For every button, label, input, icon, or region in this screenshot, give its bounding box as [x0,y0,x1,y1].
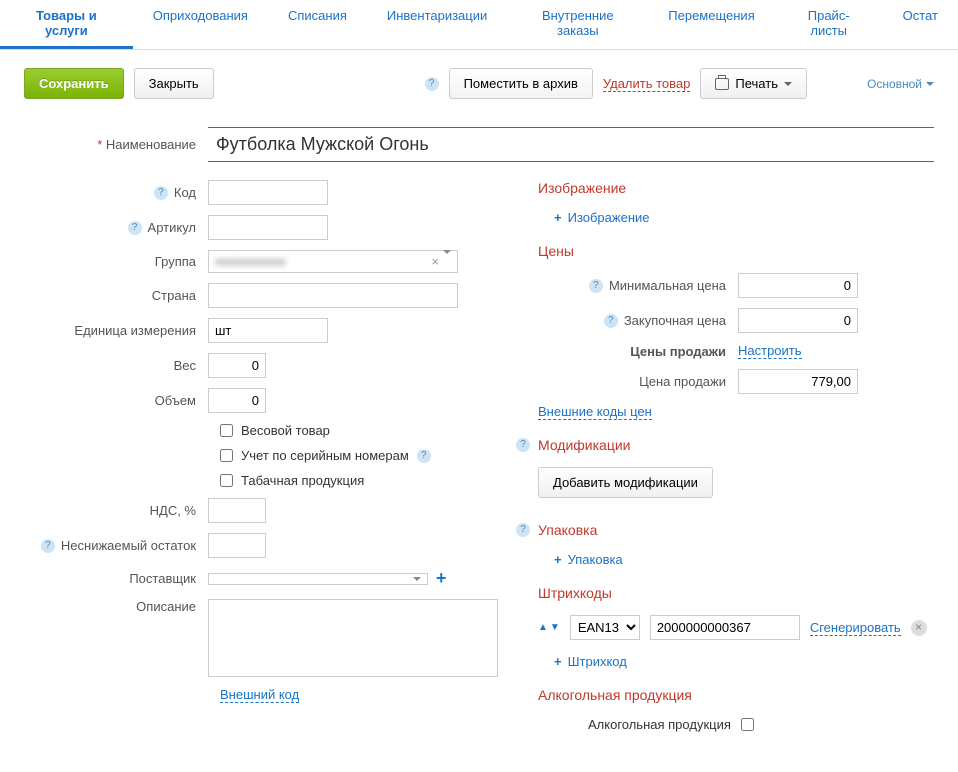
barcode-type-select[interactable]: EAN13 [570,615,640,640]
alcohol-label: Алкогольная продукция [588,717,731,732]
nav-pricelists[interactable]: Прайс-листы [775,0,883,49]
group-label: Группа [24,254,208,269]
weight-goods-label: Весовой товар [241,423,330,438]
unit-label: Единица измерения [24,323,208,338]
code-input[interactable] [208,180,328,205]
help-icon[interactable]: ? [417,449,431,463]
country-input[interactable] [208,283,458,308]
alcohol-section-header: Алкогольная продукция [538,687,934,703]
help-icon[interactable]: ? [128,221,142,235]
help-icon[interactable]: ? [516,438,530,452]
nav-transfers[interactable]: Перемещения [648,0,774,49]
help-icon[interactable]: ? [516,523,530,537]
help-icon[interactable]: ? [589,279,603,293]
prices-section-header: Цены [538,243,934,259]
weight-input[interactable] [208,353,266,378]
delete-link[interactable]: Удалить товар [603,76,691,92]
min-stock-label: ?Неснижаемый остаток [24,538,208,553]
purchase-price-label: ?Закупочная цена [538,313,738,328]
serial-label: Учет по серийным номерам [241,448,409,463]
top-nav: Товары и услуги Оприходования Списания И… [0,0,958,50]
alcohol-checkbox[interactable] [741,718,754,731]
tobacco-checkbox[interactable] [220,474,233,487]
remove-barcode-button[interactable]: × [911,620,927,636]
article-label: ?Артикул [24,220,208,235]
weight-label: Вес [24,358,208,373]
country-label: Страна [24,288,208,303]
supplier-select[interactable] [208,573,428,585]
weight-goods-checkbox[interactable] [220,424,233,437]
vat-input[interactable] [208,498,266,523]
toolbar: Сохранить Закрыть ? Поместить в архив Уд… [0,50,958,117]
packaging-section-header: ? Упаковка [538,522,934,538]
chevron-down-icon [784,82,792,86]
nav-goods[interactable]: Товары и услуги [0,0,133,49]
main-dropdown[interactable]: Основной [867,77,934,91]
article-input[interactable] [208,215,328,240]
plus-icon: + [554,210,562,225]
add-packaging-link[interactable]: + Упаковка [554,552,934,567]
plus-icon: + [554,552,562,567]
serial-checkbox[interactable] [220,449,233,462]
chevron-down-icon [413,577,421,581]
save-button[interactable]: Сохранить [24,68,124,99]
description-label: Описание [24,599,208,614]
help-icon[interactable]: ? [604,314,618,328]
min-stock-input[interactable] [208,533,266,558]
name-label: * Наименование [24,137,208,152]
print-button[interactable]: Печать [700,68,807,99]
plus-icon: + [554,654,562,669]
sale-prices-label: Цены продажи [538,344,738,359]
nav-internal-orders[interactable]: Внутренние заказы [507,0,648,49]
code-label: ?Код [24,185,208,200]
barcode-input[interactable] [650,615,800,640]
add-image-link[interactable]: + Изображение [554,210,934,225]
clear-icon[interactable]: × [431,254,439,269]
reorder-handle[interactable]: ▲▼ [538,624,560,632]
right-column: Изображение + Изображение Цены ?Минималь… [538,180,934,732]
nav-receipts[interactable]: Оприходования [133,0,268,49]
image-section-header: Изображение [538,180,934,196]
purchase-price-input[interactable] [738,308,858,333]
add-supplier-button[interactable]: + [436,568,447,589]
sale-price-label: Цена продажи [538,374,738,389]
sale-price-input[interactable] [738,369,858,394]
nav-writeoffs[interactable]: Списания [268,0,367,49]
supplier-label: Поставщик [24,571,208,586]
min-price-label: ?Минимальная цена [538,278,738,293]
volume-label: Объем [24,393,208,408]
modifications-section-header: ? Модификации [538,437,934,453]
nav-inventory[interactable]: Инвентаризации [367,0,507,49]
help-icon[interactable]: ? [41,539,55,553]
archive-button[interactable]: Поместить в архив [449,68,593,99]
tobacco-label: Табачная продукция [241,473,364,488]
configure-link[interactable]: Настроить [738,343,802,359]
description-input[interactable] [208,599,498,677]
left-column: ?Код ?Артикул Группа ■■■■■■■■■ × Страна … [24,180,498,732]
name-input[interactable] [208,127,934,162]
group-select[interactable]: ■■■■■■■■■ × [208,250,458,273]
help-icon[interactable]: ? [425,77,439,91]
add-barcode-link[interactable]: + Штрихкод [554,654,934,669]
min-price-input[interactable] [738,273,858,298]
close-button[interactable]: Закрыть [134,68,214,99]
help-icon[interactable]: ? [154,186,168,200]
printer-icon [715,78,729,90]
add-modifications-button[interactable]: Добавить модификации [538,467,713,498]
generate-link[interactable]: Сгенерировать [810,620,901,636]
volume-input[interactable] [208,388,266,413]
nav-remains[interactable]: Остат [883,0,958,49]
print-label: Печать [735,76,778,91]
chevron-down-icon [443,250,451,269]
vat-label: НДС, % [24,503,208,518]
ext-code-link[interactable]: Внешний код [220,687,299,703]
barcodes-section-header: Штрихкоды [538,585,934,601]
ext-price-codes-link[interactable]: Внешние коды цен [538,404,652,420]
unit-input[interactable] [208,318,328,343]
